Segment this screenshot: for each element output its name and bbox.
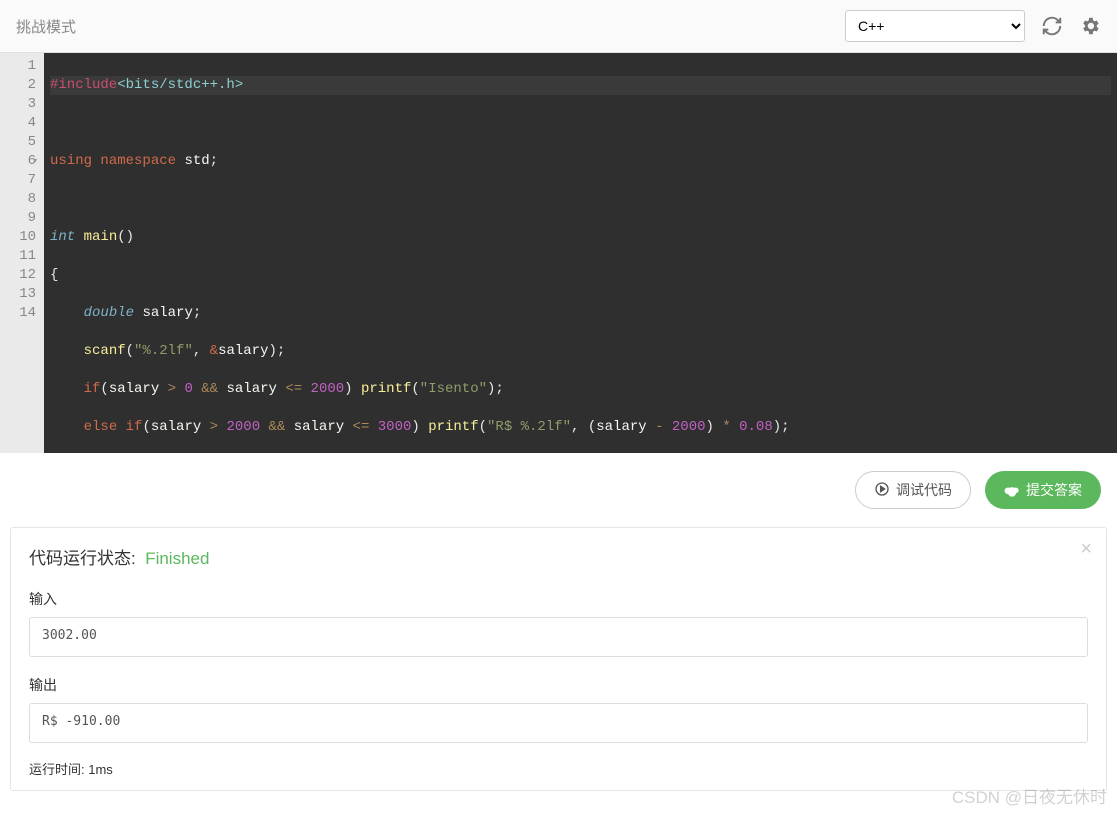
runtime-line: 运行时间: 1ms bbox=[29, 759, 1088, 778]
code-editor[interactable]: 1234567891011121314 #include<bits/stdc++… bbox=[0, 53, 1117, 453]
result-panel: × 代码运行状态: Finished 输入 3002.00 输出 R$ -910… bbox=[10, 527, 1107, 791]
header-bar: 挑战模式 C++ bbox=[0, 0, 1117, 53]
cloud-upload-icon bbox=[1004, 481, 1020, 500]
play-circle-icon bbox=[874, 481, 890, 500]
close-icon[interactable]: × bbox=[1080, 538, 1092, 561]
line-gutter: 1234567891011121314 bbox=[0, 53, 44, 453]
submit-label: 提交答案 bbox=[1026, 480, 1082, 500]
output-box: R$ -910.00 bbox=[29, 703, 1088, 743]
output-label: 输出 bbox=[29, 675, 1088, 695]
refresh-icon[interactable] bbox=[1041, 15, 1063, 37]
status-value: Finished bbox=[145, 549, 209, 568]
debug-button[interactable]: 调试代码 bbox=[855, 471, 971, 509]
runtime-value: 1ms bbox=[88, 762, 113, 777]
status-label: 代码运行状态: bbox=[29, 549, 136, 568]
input-box[interactable]: 3002.00 bbox=[29, 617, 1088, 657]
status-line: 代码运行状态: Finished bbox=[29, 544, 1088, 569]
page-title: 挑战模式 bbox=[16, 16, 76, 37]
code-content[interactable]: #include<bits/stdc++.h> using namespace … bbox=[44, 53, 1117, 453]
header-controls: C++ bbox=[845, 10, 1101, 42]
action-bar: 调试代码 提交答案 bbox=[0, 453, 1117, 527]
submit-button[interactable]: 提交答案 bbox=[985, 471, 1101, 509]
debug-label: 调试代码 bbox=[896, 480, 952, 500]
input-label: 输入 bbox=[29, 589, 1088, 609]
gear-icon[interactable] bbox=[1079, 15, 1101, 37]
runtime-label: 运行时间: bbox=[29, 762, 85, 777]
language-select[interactable]: C++ bbox=[845, 10, 1025, 42]
